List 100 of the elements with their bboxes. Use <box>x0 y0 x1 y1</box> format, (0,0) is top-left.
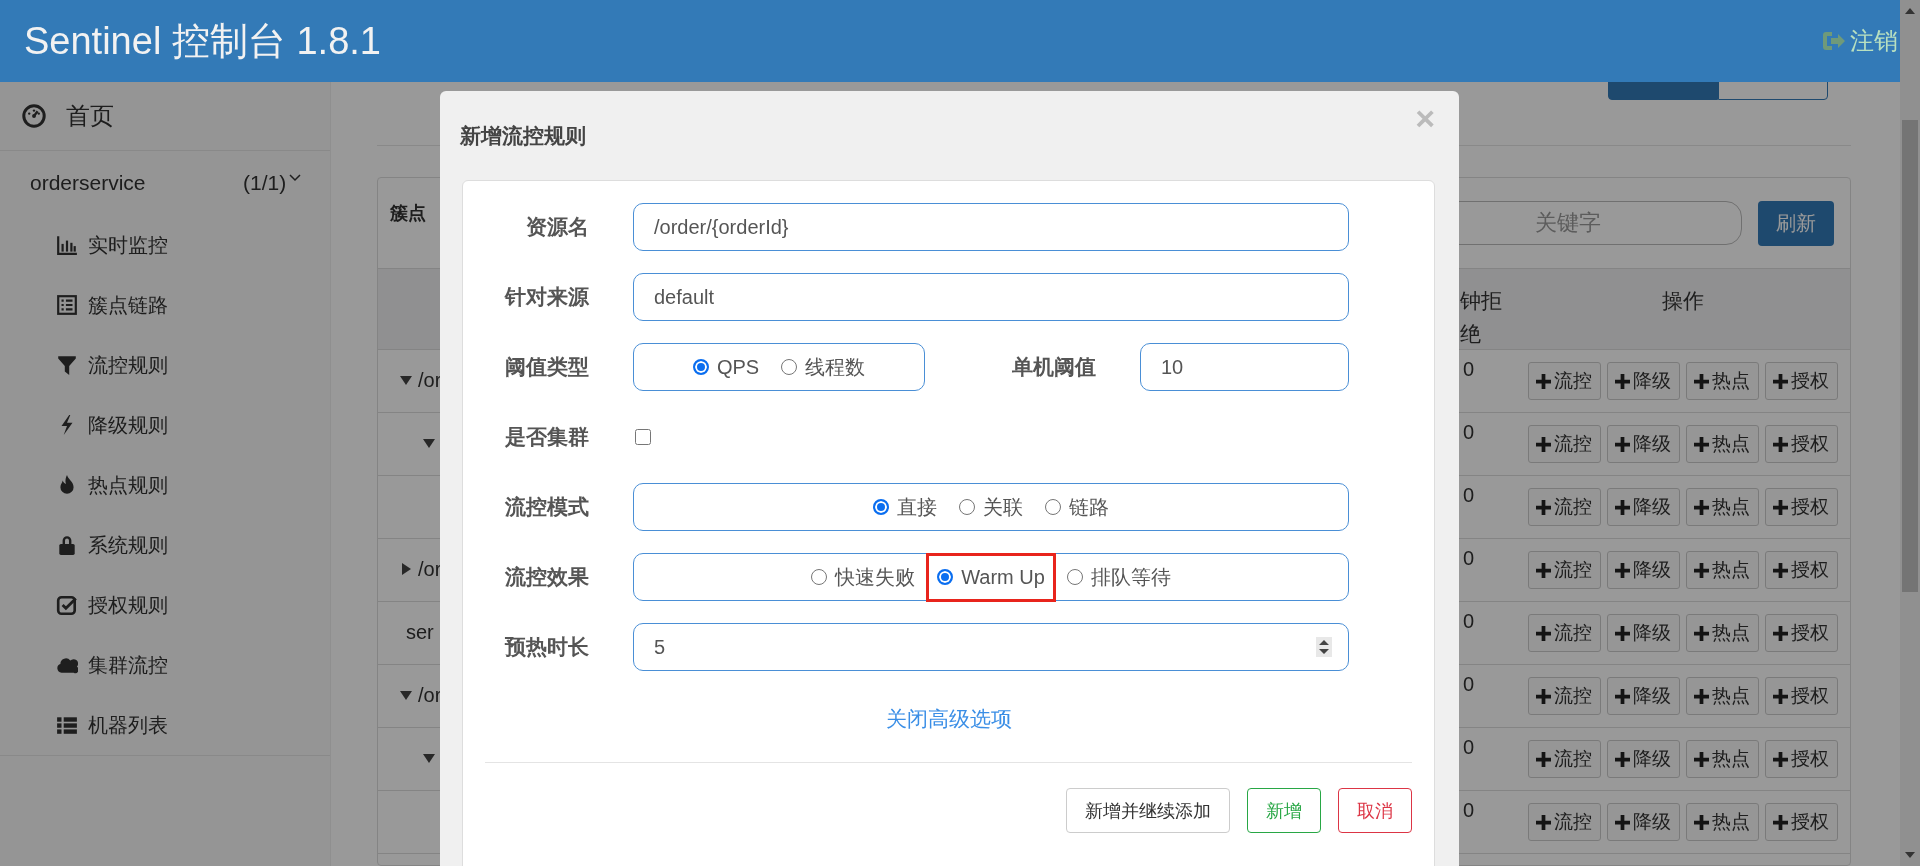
plus-icon <box>1694 814 1709 830</box>
radio-button[interactable] <box>937 569 954 585</box>
plus-icon <box>1536 499 1551 515</box>
table-cell: 0 <box>1463 799 1475 821</box>
radio-option[interactable]: 链路 <box>1034 480 1120 534</box>
add-rule-button[interactable]: 热点 <box>1685 803 1759 841</box>
add-rule-button[interactable]: 降级 <box>1606 362 1680 400</box>
sidebar-item[interactable]: 系统规则 <box>0 515 330 575</box>
dashboard-icon <box>22 104 46 128</box>
plus-icon <box>1694 373 1709 389</box>
add-rule-button[interactable]: 热点 <box>1685 362 1759 400</box>
plus-icon <box>1694 562 1709 578</box>
refresh-button[interactable]: 刷新 <box>1758 200 1834 246</box>
add-rule-button[interactable]: 流控 <box>1527 425 1601 463</box>
radio-option[interactable]: 直接 <box>862 480 948 534</box>
add-rule-button[interactable]: 热点 <box>1685 425 1759 463</box>
scrollbar[interactable] <box>1900 0 1920 866</box>
add-rule-button[interactable]: 流控 <box>1527 614 1601 652</box>
th-list-icon <box>56 714 78 736</box>
radio-option[interactable]: 快速失败 <box>800 550 927 604</box>
advanced-options-link[interactable]: 关闭高级选项 <box>885 707 1012 730</box>
add-rule-button[interactable]: 流控 <box>1527 551 1601 589</box>
radio-button[interactable] <box>1066 569 1083 585</box>
plus-icon <box>1536 751 1551 767</box>
add-rule-button[interactable]: 授权 <box>1764 614 1838 652</box>
list-icon <box>56 294 78 316</box>
radio-option[interactable]: Warm Up <box>926 552 1056 602</box>
sidebar-item[interactable]: 簇点链路 <box>0 275 330 335</box>
add-rule-button[interactable]: 授权 <box>1764 803 1838 841</box>
add-rule-button[interactable]: 降级 <box>1606 425 1680 463</box>
scrollbar-thumb[interactable] <box>1902 120 1918 592</box>
add-rule-button[interactable]: 热点 <box>1685 551 1759 589</box>
input-field[interactable]: 10 <box>1140 343 1349 391</box>
radio-option[interactable]: 线程数 <box>770 340 877 394</box>
checkbox[interactable] <box>635 429 651 445</box>
input-field[interactable]: /order/{orderId} <box>633 203 1349 251</box>
add-rule-button[interactable]: 流控 <box>1527 488 1601 526</box>
sidebar-item[interactable]: 集群流控 <box>0 635 330 695</box>
add-rule-button[interactable]: 授权 <box>1764 425 1838 463</box>
sidebar-item[interactable]: 热点规则 <box>0 455 330 515</box>
add-rule-button[interactable]: 降级 <box>1606 740 1680 778</box>
scroll-down-icon[interactable] <box>1905 852 1915 858</box>
home-menu-item[interactable]: 首页 <box>0 82 330 151</box>
sidebar-item[interactable]: 授权规则 <box>0 575 330 635</box>
plus-icon <box>1773 436 1788 452</box>
add-rule-button[interactable]: 授权 <box>1764 677 1838 715</box>
dialog-button[interactable]: 新增并继续添加 <box>1066 788 1230 833</box>
add-rule-button[interactable]: 流控 <box>1527 362 1601 400</box>
scroll-up-icon[interactable] <box>1905 8 1915 14</box>
radio-option[interactable]: QPS <box>681 342 771 392</box>
spinner-icon[interactable] <box>1316 637 1332 657</box>
add-rule-button[interactable]: 授权 <box>1764 740 1838 778</box>
dialog-button[interactable]: 取消 <box>1338 788 1412 833</box>
number-field[interactable]: 5 <box>633 623 1349 671</box>
add-rule-button[interactable]: 流控 <box>1527 740 1601 778</box>
input-field[interactable]: default <box>633 273 1349 321</box>
caret-icon[interactable] <box>423 437 435 449</box>
radio-option[interactable]: 关联 <box>948 480 1034 534</box>
add-rule-button[interactable]: 热点 <box>1685 677 1759 715</box>
add-rule-button[interactable]: 授权 <box>1764 551 1838 589</box>
radio-button[interactable] <box>959 499 975 515</box>
add-rule-button[interactable]: 热点 <box>1685 740 1759 778</box>
dialog-button[interactable]: 新增 <box>1247 788 1321 833</box>
plus-icon <box>1773 814 1788 830</box>
caret-icon[interactable] <box>423 752 435 764</box>
column-header: 操作 <box>1661 289 1704 312</box>
radio-button[interactable] <box>811 569 828 585</box>
plus-icon <box>1694 625 1709 641</box>
radio-button[interactable] <box>781 359 798 375</box>
sidebar-item[interactable]: 降级规则 <box>0 395 330 455</box>
add-rule-button[interactable]: 授权 <box>1764 362 1838 400</box>
app-name: orderservice <box>30 171 147 195</box>
app-menu-item[interactable]: orderservice (1/1) <box>0 151 330 215</box>
add-rule-button[interactable]: 降级 <box>1606 551 1680 589</box>
table-cell: 0 <box>1463 673 1475 695</box>
plus-icon <box>1694 688 1709 704</box>
radio-button[interactable] <box>692 359 709 375</box>
radio-option[interactable]: 排队等待 <box>1055 550 1182 604</box>
sidebar-item[interactable]: 实时监控 <box>0 215 330 275</box>
radio-button[interactable] <box>1045 499 1061 515</box>
bar-chart-icon <box>56 234 78 256</box>
add-rule-button[interactable]: 热点 <box>1685 488 1759 526</box>
add-rule-button[interactable]: 降级 <box>1606 488 1680 526</box>
column-header: 钟拒绝 <box>1460 288 1503 347</box>
caret-icon[interactable] <box>400 374 412 386</box>
add-rule-button[interactable]: 流控 <box>1527 677 1601 715</box>
add-rule-button[interactable]: 流控 <box>1527 803 1601 841</box>
radio-button[interactable] <box>873 499 889 515</box>
plus-icon <box>1694 499 1709 515</box>
plus-icon <box>1615 373 1630 389</box>
caret-icon[interactable] <box>400 563 412 575</box>
sidebar-item[interactable]: 机器列表 <box>0 695 330 755</box>
logout-link[interactable]: 注销 <box>1822 25 1900 57</box>
caret-icon[interactable] <box>400 689 412 701</box>
add-rule-button[interactable]: 授权 <box>1764 488 1838 526</box>
add-rule-button[interactable]: 降级 <box>1606 803 1680 841</box>
sidebar-item[interactable]: 流控规则 <box>0 335 330 395</box>
add-rule-button[interactable]: 降级 <box>1606 614 1680 652</box>
add-rule-button[interactable]: 热点 <box>1685 614 1759 652</box>
add-rule-button[interactable]: 降级 <box>1606 677 1680 715</box>
